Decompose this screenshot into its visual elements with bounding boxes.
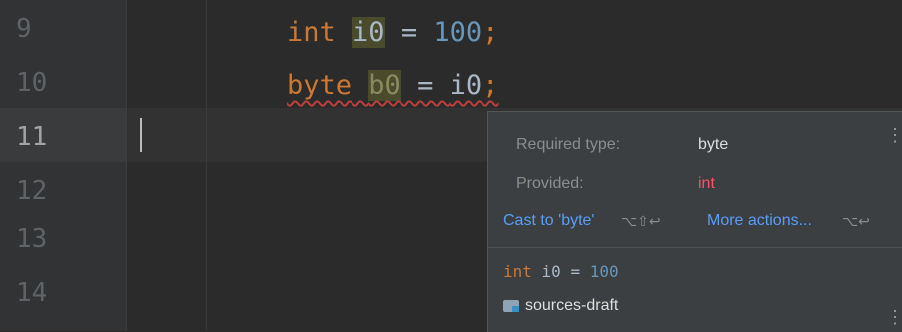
- more-actions-link[interactable]: More actions...: [707, 212, 812, 230]
- line-number: 14: [16, 278, 48, 308]
- semicolon: ;: [482, 17, 499, 48]
- line-number: 9: [16, 14, 32, 44]
- variable-b0: b0: [368, 70, 401, 101]
- code-line-10[interactable]: byte b0 = i0;: [287, 69, 498, 103]
- text-caret: [140, 118, 142, 152]
- preview-text: i0 =: [531, 262, 590, 281]
- assign-operator: =: [400, 70, 450, 101]
- line-number: 12: [16, 176, 48, 206]
- preview-number: 100: [589, 262, 619, 281]
- required-type-row: Required type: byte: [516, 136, 728, 154]
- folder-name: sources-draft: [525, 297, 619, 314]
- code-line-9[interactable]: int i0 = 100;: [287, 16, 498, 50]
- variable-i0-ref: i0: [449, 70, 483, 101]
- gutter-divider: [126, 0, 127, 331]
- source-folder-row[interactable]: sources-draft: [503, 297, 618, 315]
- semicolon: ;: [482, 70, 499, 101]
- cast-to-byte-action[interactable]: Cast to 'byte': [503, 212, 594, 230]
- required-type-value: byte: [698, 136, 729, 153]
- cast-shortcut: ⌥⇧↩: [621, 213, 661, 229]
- more-actions-shortcut: ⌥↩: [842, 213, 870, 229]
- required-type-label: Required type:: [516, 136, 621, 153]
- line-number: 13: [16, 224, 48, 254]
- indent-guide: [206, 0, 207, 331]
- popup-separator: [488, 247, 902, 248]
- folder-icon: [503, 299, 519, 312]
- more-options-icon[interactable]: ⋮: [886, 126, 902, 144]
- keyword-byte: byte: [287, 70, 353, 101]
- error-tooltip-popup: ⋮ Required type: byte Provided: int Cast…: [487, 111, 902, 332]
- preview-keyword: int: [503, 262, 532, 281]
- line-number-current: 11: [16, 122, 48, 152]
- variable-i0: i0: [352, 17, 385, 48]
- number-literal: 100: [433, 17, 483, 48]
- line-number: 10: [16, 68, 48, 98]
- provided-type-row: Provided: int: [516, 175, 715, 193]
- provided-type-label: Provided:: [516, 175, 584, 192]
- declaration-preview[interactable]: int i0 = 100: [503, 262, 619, 281]
- assign-operator: =: [384, 17, 434, 48]
- more-options-icon[interactable]: ⋮: [886, 308, 902, 326]
- provided-type-value: int: [698, 175, 715, 192]
- keyword-int: int: [287, 17, 336, 48]
